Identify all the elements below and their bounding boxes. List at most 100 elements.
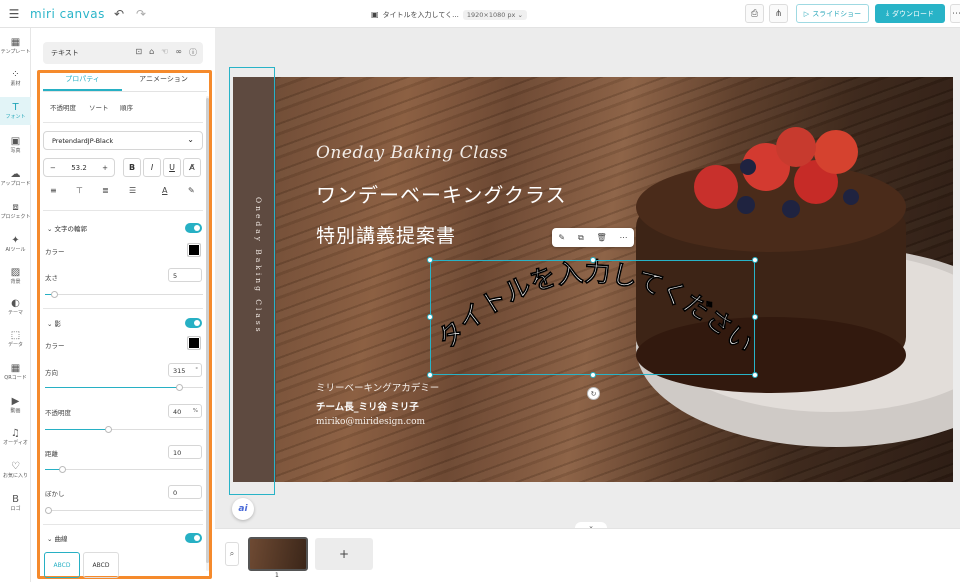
document-title[interactable]: ▣ タイトルを入力してく... 1920×1080 px ⌄ [371,7,527,22]
degree-unit: ° [195,367,198,373]
subtab-sort[interactable]: ソート [89,102,109,112]
italic-button[interactable]: I [143,158,161,177]
shadow-distance-slider[interactable] [45,466,203,473]
redo-icon[interactable]: ↷ [133,6,149,22]
zoom-search-icon[interactable]: ⌕ [225,542,239,566]
strikethrough-button[interactable]: A̸ [183,158,201,177]
more-menu-icon[interactable]: ⋯ [950,4,960,23]
save-icon[interactable]: ⎙ [745,4,764,23]
sidebar-item-audio[interactable]: ♫ オーディオ [0,423,31,451]
ai-assistant-icon[interactable]: ai [232,498,254,520]
sidebar-item-brand[interactable]: B ロゴ [0,489,31,517]
sidebar-item-data[interactable]: ⬚ データ [0,325,31,353]
duplicate-icon[interactable]: ⧉ [578,233,584,243]
sidebar-item-font[interactable]: T フォント [0,97,31,125]
font-size-stepper[interactable]: − 53.2 + [43,158,115,177]
sidebar-item-video[interactable]: ▶ 動画 [0,391,31,419]
edit-style-icon[interactable]: ✎ [558,233,565,242]
outline-toggle[interactable] [185,223,202,233]
menu-icon[interactable]: ☰ [6,6,22,22]
shadow-color-swatch[interactable] [187,336,201,350]
paint-icon[interactable]: ⌂ [149,47,154,58]
curve-option-arc-down[interactable]: ABCD [44,552,80,578]
highlight-pen-icon[interactable]: ✎ [188,186,195,195]
shadow-direction-input[interactable]: 315 ° [168,363,202,377]
shadow-distance-input[interactable]: 10 [168,445,202,459]
info-icon[interactable]: ⓘ [189,47,197,58]
resize-handle[interactable] [752,372,758,378]
lock-icon[interactable]: ⊡ [135,47,142,58]
download-button[interactable]: ⤓ ダウンロード [875,4,945,23]
shadow-section-title[interactable]: ⌄ 影 [47,318,61,328]
delete-icon[interactable]: 🗑 [597,233,607,242]
align-center-icon[interactable]: ≡ [50,186,57,195]
sidebar-item-upload[interactable]: ☁ アップロード [0,164,31,192]
sidebar-item-project[interactable]: ⧈ プロジェクト [0,197,31,225]
sidebar-item-photo[interactable]: ▣ 写真 [0,131,31,159]
resize-handle[interactable] [427,257,433,263]
text-selection-box[interactable] [430,260,755,375]
resize-handle[interactable] [590,372,596,378]
letter-spacing-icon[interactable]: ≣ [102,186,109,195]
shadow-direction-slider[interactable] [45,384,203,391]
link-icon[interactable]: ∞ [175,47,182,58]
sidebar-item-ai-tool[interactable]: ✦ AIツール [0,230,31,258]
plus-icon[interactable]: + [102,164,108,172]
sidebar-item-background[interactable]: ▨ 背景 [0,262,31,290]
resize-handle[interactable] [590,257,596,263]
shadow-opacity-slider[interactable] [45,426,203,433]
shadow-distance-label: 距離 [45,450,58,458]
outline-section-title[interactable]: ⌄ 文字の輪郭 [47,223,87,233]
shadow-color-label: カラー [45,342,65,350]
sidebar-item-template[interactable]: ▦ テンプレート [0,32,31,60]
sidebar-item-label: 写真 [10,148,21,154]
shadow-toggle[interactable] [185,318,202,328]
shadow-opacity-input[interactable]: 40% [168,404,202,418]
share-icon[interactable]: ⋔ [769,4,788,23]
subtab-order[interactable]: 順序 [120,102,133,112]
slideshow-button[interactable]: ▷ スライドショー [796,4,869,23]
tab-properties[interactable]: プロパティ [43,74,122,88]
sidebar-item-label: データ [7,342,23,348]
curve-section-title[interactable]: ⌄ 曲線 [47,533,68,543]
canvas-size-select[interactable]: 1920×1080 px ⌄ [462,9,527,20]
rotate-handle-icon[interactable]: ↻ [587,387,600,400]
resize-handle[interactable] [752,257,758,263]
text-color-icon[interactable]: A [162,186,167,195]
curve-toggle[interactable] [185,533,202,543]
align-top-icon[interactable]: ⊤ [76,186,83,195]
font-family-select[interactable]: PretendardJP-Black ⌄ [43,131,203,150]
add-slide-button[interactable]: + [315,538,373,570]
outline-color-swatch[interactable] [187,243,201,257]
scrollbar-thumb[interactable] [206,98,209,563]
sidebar-item-theme[interactable]: ◐ テーマ [0,293,31,321]
sidebar-item-qr[interactable]: ▦ QRコード [0,358,31,386]
curve-option-arc-up[interactable]: ABCD [83,552,119,578]
sidebar-item-elements[interactable]: ⁘ 素材 [0,64,31,92]
percent-unit: % [192,408,198,414]
panel-scrollbar[interactable] [206,96,209,571]
shadow-blur-input[interactable]: 0 [168,485,202,499]
sidebar-item-favorite[interactable]: ♡ お気に入り [0,456,31,484]
shadow-blur-slider[interactable] [45,507,203,514]
more-options-icon[interactable]: ⋯ [620,233,628,242]
bold-button[interactable]: B [123,158,141,177]
brand-icon: B [12,494,19,505]
tab-animation[interactable]: アニメーション [124,74,203,88]
font-size-value[interactable]: 53.2 [71,164,87,172]
resize-handle[interactable] [427,372,433,378]
slide-thumbnail[interactable] [248,537,308,571]
hand-icon[interactable]: ☜ [161,47,168,58]
undo-icon[interactable]: ↶ [111,6,127,22]
list-icon[interactable]: ☰ [129,186,136,195]
resize-handle[interactable] [752,314,758,320]
sidebar-item-label: AIツール [5,247,26,253]
outline-width-input[interactable]: 5 [168,268,202,282]
sidebar-item-label: テンプレート [0,49,31,55]
outline-width-slider[interactable] [45,291,203,298]
underline-button[interactable]: U [163,158,181,177]
app-logo[interactable]: miri canvas [30,7,105,21]
subtab-opacity[interactable]: 不透明度 [50,102,76,112]
resize-handle[interactable] [427,314,433,320]
minus-icon[interactable]: − [50,164,56,172]
